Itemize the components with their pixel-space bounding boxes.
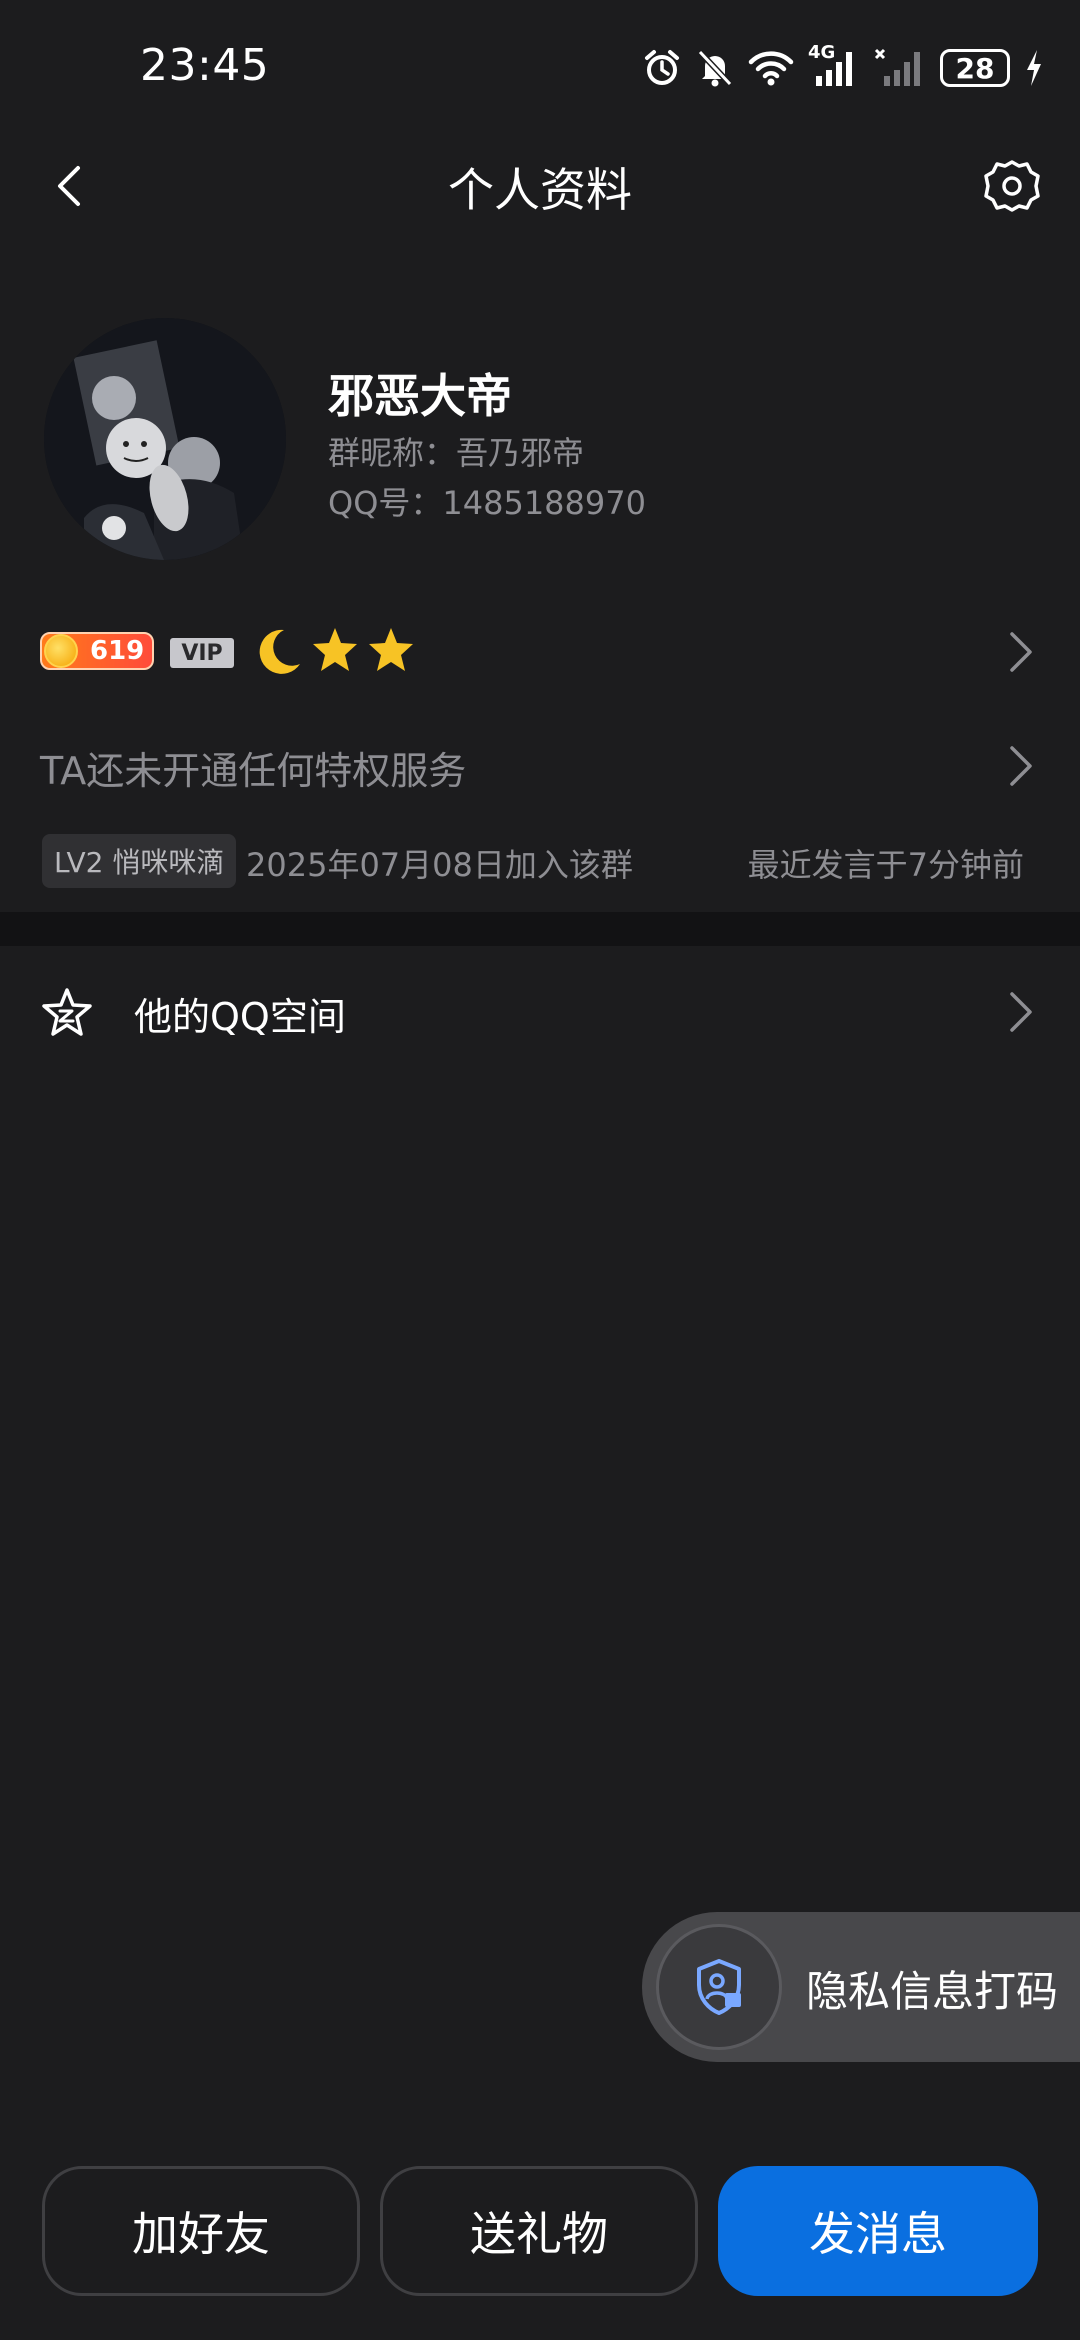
gear-icon: [984, 160, 1040, 212]
signal-no-sim-icon: [874, 48, 920, 86]
coin-icon: [44, 634, 78, 668]
mute-bell-icon: [697, 49, 733, 87]
privacy-shield-icon: [697, 1959, 741, 2015]
qzone-row[interactable]: 他的QQ空间: [0, 962, 1080, 1062]
charging-icon: [1027, 50, 1041, 86]
group-nickname: 群昵称：吾乃邪帝: [328, 434, 585, 472]
bottom-action-bar: 加好友 送礼物 发消息: [0, 2166, 1080, 2296]
send-gift-button[interactable]: 送礼物: [380, 2166, 698, 2296]
section-divider: [0, 912, 1080, 946]
battery-icon: 28: [940, 49, 1010, 87]
moon-icon: [259, 629, 300, 674]
privacy-icon-circle: [656, 1924, 782, 2050]
qzone-label: 他的QQ空间: [134, 995, 346, 1039]
settings-button[interactable]: [980, 154, 1044, 218]
avatar-image: [44, 318, 286, 560]
send-message-button[interactable]: 发消息: [718, 2166, 1038, 2296]
chevron-right-icon: [1010, 632, 1032, 672]
status-icons: 4G 28: [642, 42, 1044, 92]
privacy-label: 隐私信息打码: [806, 1967, 1059, 2016]
wifi-icon: [748, 51, 794, 86]
page-title: 个人资料: [448, 163, 632, 217]
qzone-star-icon: [42, 988, 92, 1036]
battery-level: 28: [955, 51, 995, 85]
rank-icons: [254, 624, 416, 678]
qq-level-badge: 619: [40, 632, 154, 670]
alarm-icon: [645, 50, 679, 85]
profile-name: 邪恶大帝: [328, 369, 512, 423]
privilege-row[interactable]: TA还未开通任何特权服务: [0, 720, 1080, 810]
nav-bar: 个人资料: [0, 130, 1080, 240]
status-bar: 23:45 4G 28: [0, 0, 1080, 130]
join-date: 2025年07月08日加入该群: [246, 846, 633, 884]
level-number: 619: [90, 636, 145, 666]
chevron-right-icon: [1010, 992, 1032, 1032]
privacy-mask-toggle[interactable]: 隐私信息打码: [642, 1912, 1080, 2062]
last-speak-time: 最近发言于7分钟前: [747, 846, 1024, 884]
add-friend-button[interactable]: 加好友: [42, 2166, 360, 2296]
chevron-right-icon: [1010, 746, 1032, 786]
vip-badge: VIP: [170, 638, 234, 668]
group-level-tag: LV2 悄咪咪滴: [42, 834, 237, 888]
qq-number: QQ号：1485188970: [328, 484, 646, 522]
signal-4g-icon: 4G: [808, 42, 860, 88]
star-icon: [369, 628, 413, 671]
avatar[interactable]: [44, 318, 286, 560]
badges-row[interactable]: 619 VIP: [40, 622, 1040, 682]
privilege-text: TA还未开通任何特权服务: [40, 749, 467, 793]
status-time: 23:45: [140, 40, 270, 91]
star-icon: [313, 628, 357, 671]
